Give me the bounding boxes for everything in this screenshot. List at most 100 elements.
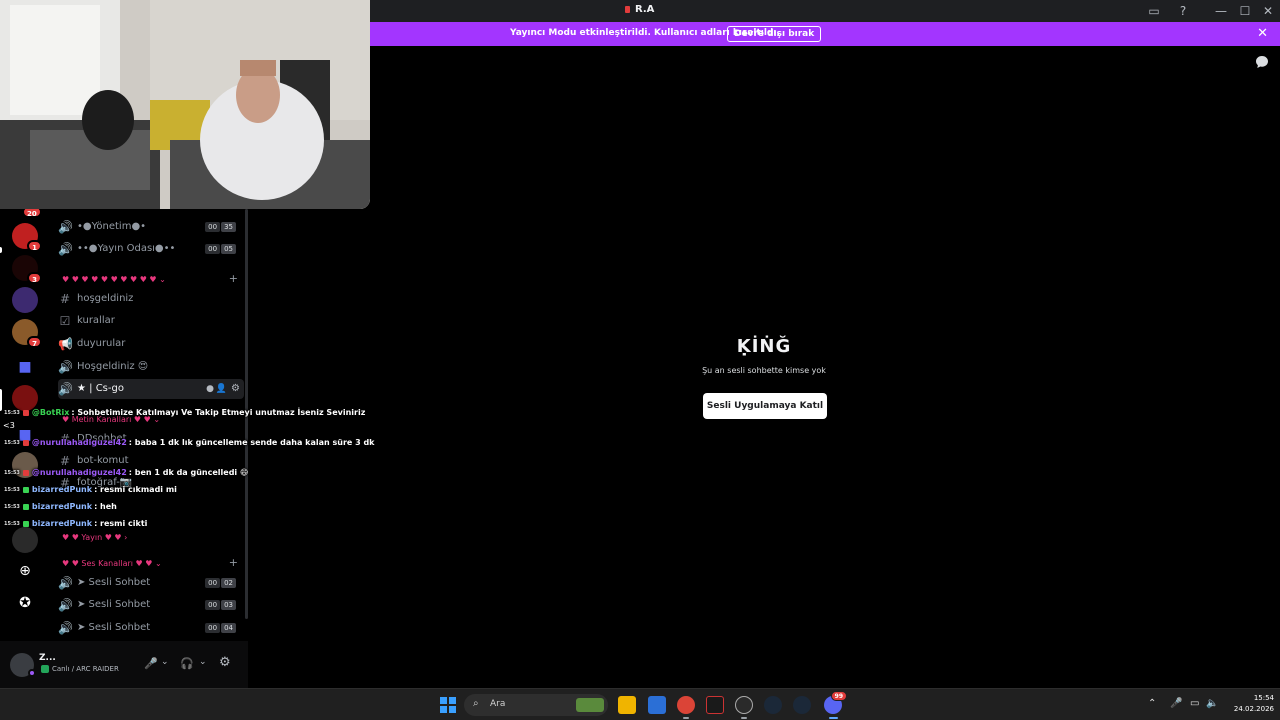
folder-icon[interactable]: ■ <box>13 355 37 379</box>
speaker-icon: 🔊 <box>58 242 73 256</box>
steam-icon[interactable] <box>764 696 782 714</box>
windows-taskbar: ⌕ Ara 99 ⌃ 🎤 ▭ 🔈 15:54 24.02.2026 <box>0 688 1280 720</box>
hash-icon: # <box>59 476 71 490</box>
status-indicator <box>28 669 36 677</box>
server-icon[interactable]: 3 <box>12 255 42 284</box>
activity-icon <box>41 665 49 673</box>
disable-streamer-mode-button[interactable]: Devre dışı bırak <box>727 26 822 42</box>
running-indicator <box>683 717 689 719</box>
category-header-yayin[interactable]: ♥ ♥ Yayın ♥ ♥ › <box>62 533 127 542</box>
steam-icon[interactable] <box>793 696 811 714</box>
chrome-icon[interactable] <box>677 696 695 714</box>
user-count: 00 02 <box>205 578 236 588</box>
chat-bubble-icon[interactable] <box>1255 55 1269 69</box>
headphones-icon[interactable]: 🎧 <box>180 657 194 670</box>
text-channel-ddsohbet[interactable]: # DDsohbet <box>58 429 244 449</box>
server-icon[interactable] <box>12 385 38 411</box>
paper-plane-server-icon[interactable] <box>12 527 38 553</box>
user-count: 00 04 <box>205 623 236 633</box>
microphone-tray-icon[interactable]: 🎤 <box>1170 698 1182 709</box>
network-icon[interactable]: ▭ <box>1190 698 1199 709</box>
speaker-icon: 🔊 <box>58 220 73 234</box>
chevron-up-icon[interactable]: ⌃ <box>1148 698 1156 709</box>
user-count: 00 05 <box>205 244 236 254</box>
webcam-overlay <box>0 0 370 209</box>
rail-side-text: <3 <box>3 421 15 430</box>
close-window-icon[interactable]: ✕ <box>1260 3 1276 19</box>
rules-icon: ☑ <box>59 314 71 328</box>
active-indicator <box>829 717 838 719</box>
server-icon[interactable]: 1 <box>12 223 42 252</box>
speaker-icon: 🔊 <box>58 382 73 396</box>
speaker-icon: 🔊 <box>58 360 73 374</box>
folder-icon[interactable]: ■ <box>13 423 37 447</box>
text-channel-fotograf[interactable]: # fotoğraf-📷 <box>58 473 244 493</box>
app-logo-icon <box>625 5 630 13</box>
chat-icon[interactable]: ● <box>206 379 214 399</box>
game-app-icon[interactable] <box>706 696 724 714</box>
clock-app-icon[interactable] <box>735 696 753 714</box>
speaker-icon: 🔊 <box>58 621 73 635</box>
microphone-icon[interactable]: 🎤 <box>144 657 158 670</box>
maximize-icon[interactable]: ☐ <box>1237 3 1253 19</box>
voice-channel-yayin-odasi[interactable]: 🔊 ••●Yayın Odası●•• 00 05 <box>58 239 244 259</box>
settings-gear-icon[interactable]: ⚙ <box>231 379 240 399</box>
store-icon[interactable] <box>648 696 666 714</box>
help-icon[interactable]: ? <box>1175 3 1191 19</box>
server-icon[interactable] <box>12 452 38 478</box>
selected-pill <box>0 389 2 411</box>
taskbar-search[interactable]: ⌕ Ara <box>464 694 608 716</box>
category-header-ses[interactable]: ♥ ♥ Ses Kanalları ♥ ♥ ⌄ <box>62 559 162 568</box>
category-header-metin[interactable]: ♥ Metin Kanalları ♥ ♥ ⌄ <box>62 415 160 424</box>
create-channel-icon[interactable]: + <box>229 556 238 569</box>
add-member-icon[interactable]: 👤 <box>216 379 227 399</box>
discover-icon[interactable]: ✪ <box>13 591 37 615</box>
voice-channel-sesli-sohbet[interactable]: 🔊 ➤ Sesli Sohbet 00 04 <box>58 618 244 638</box>
text-channel-hosgeldiniz[interactable]: # hoşgeldiniz <box>58 289 244 309</box>
streamer-mode-banner: Yayıncı Modu etkinleştirildi. Kullanıcı … <box>370 22 1280 46</box>
chevron-down-icon[interactable]: ⌄ <box>161 657 169 667</box>
user-count: 00 35 <box>205 222 236 232</box>
voice-channel-sesli-sohbet[interactable]: 🔊 ➤ Sesli Sohbet 00 03 <box>58 595 244 615</box>
file-explorer-icon[interactable] <box>618 696 636 714</box>
search-highlight-image <box>576 698 604 712</box>
user-settings-gear-icon[interactable]: ⚙ <box>219 655 231 670</box>
hash-icon: # <box>59 454 71 468</box>
user-activity: Canlı / ARC RAIDER <box>52 665 119 673</box>
inbox-icon[interactable]: ▭ <box>1146 3 1162 19</box>
server-icon[interactable]: 7 <box>12 319 42 348</box>
channel-list-scrollbar[interactable] <box>245 209 248 619</box>
create-channel-icon[interactable]: + <box>229 272 238 285</box>
hash-icon: # <box>59 432 71 446</box>
add-server-icon[interactable]: ⊕ <box>13 559 37 583</box>
server-rail: 20 1 3 7 ■ <3 ■ ⊕ ✪ <box>0 206 48 688</box>
discord-icon[interactable]: 99 <box>824 691 847 714</box>
voice-channel-cs-go[interactable]: 🔊 ★ | Cs-go ● 👤 ⚙ <box>58 379 244 399</box>
voice-channel-sesli-sohbet[interactable]: 🔊 ➤ Sesli Sohbet 00 02 <box>58 573 244 593</box>
text-channel-kurallar[interactable]: ☑ kurallar <box>58 311 244 331</box>
speaker-icon: 🔊 <box>58 598 73 612</box>
username: Z... <box>39 653 56 663</box>
voice-channel-empty-text: Şu an sesli sohbette kimse yok <box>702 366 826 375</box>
start-button[interactable] <box>440 697 456 713</box>
voice-channel-hosgeldiniz[interactable]: 🔊 Hoşgeldiniz 😍 <box>58 357 244 377</box>
screen: R.A ▭ ? — ☐ ✕ Yayıncı Modu etkinleştiril… <box>0 0 1280 720</box>
chevron-down-icon[interactable]: ⌄ <box>199 657 207 667</box>
speaker-icon: 🔊 <box>58 576 73 590</box>
megaphone-icon: 📢 <box>58 337 73 351</box>
user-count: 00 03 <box>205 600 236 610</box>
join-voice-button[interactable]: Sesli Uygulamaya Katıl <box>703 393 827 419</box>
text-channel-bot-komut[interactable]: # bot-komut <box>58 451 244 471</box>
taskbar-clock[interactable]: 15:54 24.02.2026 <box>1228 693 1274 715</box>
category-header[interactable]: ♥ ♥ ♥ ♥ ♥ ♥ ♥ ♥ ♥ ♥ ⌄ <box>62 275 166 284</box>
volume-icon[interactable]: 🔈 <box>1206 698 1218 709</box>
channel-list: 🔊 •●Yönetim●• 00 35 🔊 ••●Yayın Odası●•• 0… <box>48 209 248 641</box>
announcement-channel-duyurular[interactable]: 📢 duyurular <box>58 334 244 354</box>
webcam-feed <box>0 0 370 209</box>
voice-channel-yonetim[interactable]: 🔊 •●Yönetim●• 00 35 <box>58 217 244 237</box>
minimize-icon[interactable]: — <box>1213 3 1229 19</box>
window-title: R.A <box>625 4 654 15</box>
server-icon[interactable] <box>12 287 38 313</box>
close-banner-icon[interactable]: ✕ <box>1257 26 1268 42</box>
running-indicator <box>741 717 747 719</box>
